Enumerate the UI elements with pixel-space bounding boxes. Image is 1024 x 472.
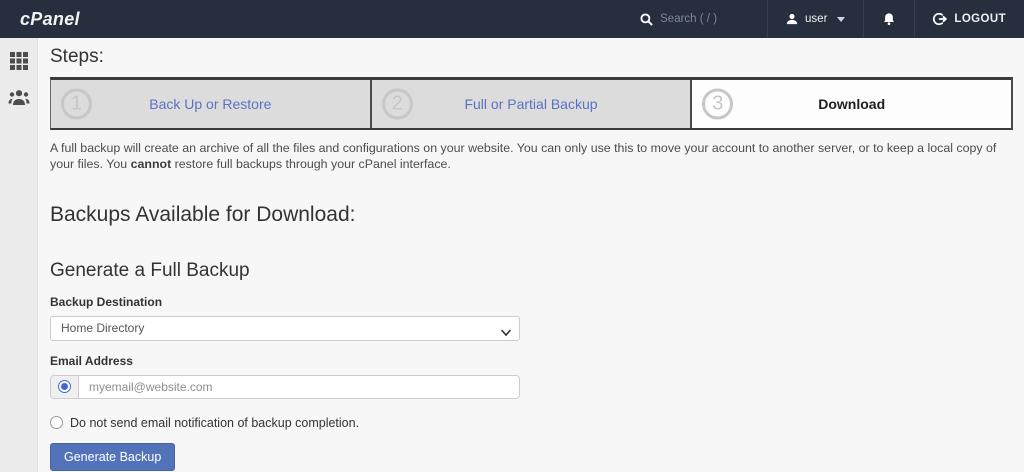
navbar-right: Search ( / ) user	[622, 0, 1024, 38]
apps-grid-icon[interactable]	[9, 51, 29, 71]
main-content: Steps: 1 Back Up or Restore 2 Full or Pa…	[39, 38, 1024, 472]
step-label: Download	[818, 96, 885, 112]
no-email-notification-radio[interactable]	[50, 416, 63, 429]
email-field-group	[50, 375, 520, 399]
no-email-option-row: Do not send email notification of backup…	[50, 416, 1013, 430]
logout-button[interactable]: LOGOUT	[915, 0, 1024, 38]
step-label: Full or Partial Backup	[464, 96, 597, 112]
step-back-up-or-restore[interactable]: 1 Back Up or Restore	[51, 80, 372, 128]
generate-backup-button[interactable]: Generate Backup	[50, 443, 175, 471]
generate-full-backup-heading: Generate a Full Backup	[50, 260, 1013, 282]
step-number-circle: 2	[382, 89, 413, 120]
backup-destination-label: Backup Destination	[50, 295, 1013, 309]
email-notification-radio[interactable]	[58, 380, 71, 393]
email-input[interactable]	[79, 376, 519, 398]
search-placeholder: Search ( / )	[660, 13, 717, 25]
steps-heading: Steps:	[50, 46, 1013, 68]
left-sidebar	[0, 38, 38, 472]
user-icon	[786, 13, 798, 25]
email-address-label: Email Address	[50, 354, 1013, 368]
step-number-circle: 3	[702, 89, 733, 120]
top-navbar: cPanel Search ( / ) user	[0, 0, 1024, 38]
email-radio-addon	[51, 376, 79, 398]
step-full-or-partial-backup[interactable]: 2 Full or Partial Backup	[372, 80, 693, 128]
backup-destination-select[interactable]: Home Directory	[50, 316, 520, 341]
user-menu[interactable]: user	[768, 0, 863, 38]
notifications-button[interactable]	[864, 0, 914, 38]
no-email-option-label: Do not send email notification of backup…	[70, 416, 359, 430]
backup-destination-field: Home Directory	[50, 316, 520, 341]
bell-icon	[882, 12, 896, 26]
users-group-icon[interactable]	[8, 88, 30, 106]
step-label: Back Up or Restore	[149, 96, 271, 112]
chevron-down-icon	[837, 17, 845, 22]
logout-icon	[933, 12, 947, 26]
backups-available-heading: Backups Available for Download:	[50, 203, 1013, 227]
description-bold: cannot	[131, 157, 172, 171]
step-number-circle: 1	[61, 89, 92, 120]
step-download: 3 Download	[692, 80, 1011, 128]
search-box[interactable]: Search ( / )	[622, 0, 767, 38]
cpanel-logo: cPanel	[20, 9, 80, 30]
steps-bar: 1 Back Up or Restore 2 Full or Partial B…	[50, 77, 1013, 130]
backup-description: A full backup will create an archive of …	[50, 141, 1013, 173]
user-name: user	[805, 13, 827, 25]
description-text: restore full backups through your cPanel…	[171, 157, 451, 171]
search-icon	[640, 13, 653, 26]
logout-label: LOGOUT	[954, 13, 1006, 25]
